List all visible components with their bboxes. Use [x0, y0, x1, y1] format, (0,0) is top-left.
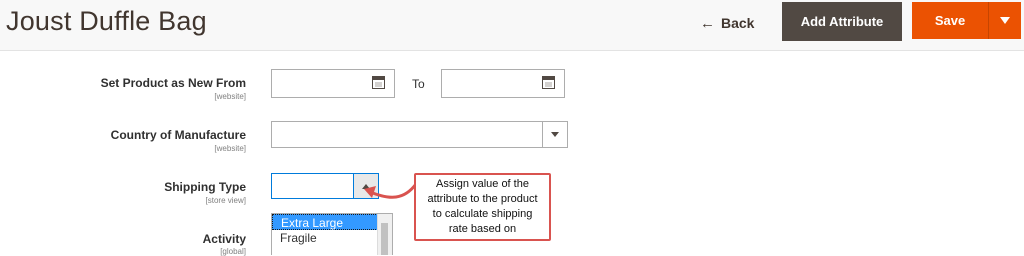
back-label: Back	[721, 15, 755, 31]
option-fragile[interactable]: Fragile	[272, 230, 378, 246]
shipping-type-scope: [store view]	[205, 196, 246, 205]
option-extra-large[interactable]: Extra Large	[272, 214, 378, 230]
save-button[interactable]: Save	[912, 2, 988, 39]
activity-label: Activity	[202, 232, 246, 246]
page-header: Joust Duffle Bag ← Back Add Attribute Sa…	[0, 0, 1024, 51]
add-attribute-button[interactable]: Add Attribute	[782, 2, 902, 41]
select-arrow[interactable]	[542, 122, 567, 147]
caret-down-icon	[1000, 17, 1010, 24]
caret-down-icon	[551, 132, 559, 137]
new-from-scope: [website]	[214, 92, 246, 101]
new-from-label: Set Product as New From	[100, 76, 246, 90]
callout-text: Assign value of the attribute to the pro…	[427, 178, 538, 235]
to-label: To	[412, 77, 425, 91]
shipping-type-options[interactable]: Extra Large Fragile	[271, 213, 393, 255]
country-label: Country of Manufacture	[110, 128, 246, 142]
calendar-icon[interactable]	[542, 76, 555, 89]
scrollbar-thumb[interactable]	[381, 223, 388, 255]
callout-arrow-icon	[364, 183, 418, 199]
shipping-type-label: Shipping Type	[164, 180, 246, 194]
calendar-icon[interactable]	[372, 76, 385, 89]
page-title: Joust Duffle Bag	[6, 6, 207, 36]
country-scope: [website]	[214, 144, 246, 153]
list-scrollbar[interactable]	[377, 214, 392, 255]
country-select[interactable]	[271, 121, 568, 148]
save-options-toggle[interactable]	[988, 2, 1021, 39]
new-from-date-input[interactable]	[271, 69, 395, 98]
annotation-callout: Assign value of the attribute to the pro…	[414, 173, 551, 241]
arrow-left-icon: ←	[700, 14, 715, 32]
back-button[interactable]: ← Back	[700, 12, 754, 34]
new-to-date-input[interactable]	[441, 69, 565, 98]
